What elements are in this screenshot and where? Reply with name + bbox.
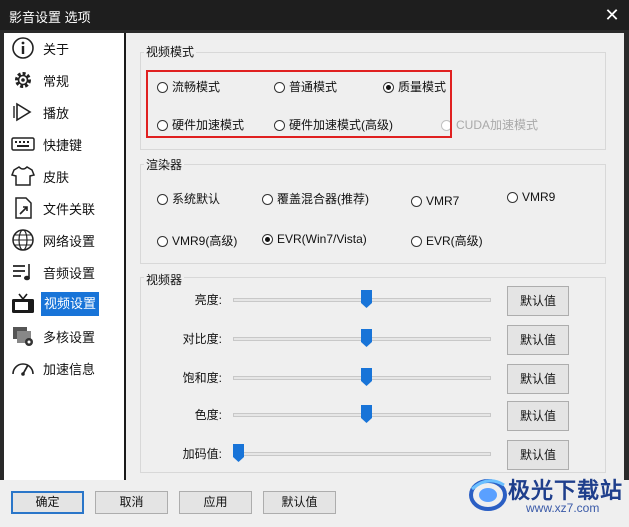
slider-default-button[interactable]: 默认值 xyxy=(507,440,569,470)
gauge-icon xyxy=(12,363,34,376)
watermark-url: www.xz7.com xyxy=(526,501,600,515)
tv-icon xyxy=(12,293,34,313)
radio-dot[interactable] xyxy=(411,236,422,247)
renderer-title: 渲染器 xyxy=(144,156,185,173)
slider-thumb[interactable] xyxy=(233,444,244,462)
radio-label: CUDA加速模式 xyxy=(456,118,539,132)
radio-renderer-system-default[interactable]: 系统默认 xyxy=(157,190,220,207)
radio-renderer-overlay-mixer[interactable]: 覆盖混合器(推荐) xyxy=(262,190,369,207)
sidebar-item-audio[interactable]: 音频设置 xyxy=(4,257,124,287)
sidebar-item-skin[interactable]: 皮肤 xyxy=(4,161,124,191)
shirt-icon xyxy=(10,166,36,186)
highlight-box xyxy=(146,70,452,138)
sidebar-item-accel-info[interactable]: 加速信息 xyxy=(4,353,124,383)
slider-label: 加码值: xyxy=(182,447,222,461)
radio-renderer-evr-advanced[interactable]: EVR(高级) xyxy=(411,232,483,249)
slider-label: 饱和度: xyxy=(182,371,222,385)
play-icon xyxy=(13,102,32,122)
sidebar-item-general[interactable]: 常规 xyxy=(4,65,124,95)
keyboard-icon xyxy=(11,137,35,151)
sidebar-item-multicore[interactable]: 多核设置 xyxy=(4,321,124,351)
radio-dot[interactable] xyxy=(157,194,168,205)
sidebar: 关于 常规 播放 快捷键 皮肤 文件关联 网络设置 音频设置 视频设置 多核设置… xyxy=(4,33,124,480)
sidebar-item-label: 音频设置 xyxy=(43,266,96,281)
radio-dot[interactable] xyxy=(262,194,273,205)
multicore-icon xyxy=(13,327,33,346)
sidebar-item-label: 加速信息 xyxy=(43,362,96,377)
radio-renderer-vmr7[interactable]: VMR7 xyxy=(411,194,459,208)
renderer-group xyxy=(140,164,606,264)
ok-button[interactable]: 确定 xyxy=(11,491,84,514)
radio-label: EVR(Win7/Vista) xyxy=(277,232,367,246)
slider-thumb[interactable] xyxy=(361,368,372,386)
slider-thumb[interactable] xyxy=(361,290,372,308)
slider-default-button[interactable]: 默认值 xyxy=(507,325,569,355)
apply-button[interactable]: 应用 xyxy=(179,491,252,514)
default-button[interactable]: 默认值 xyxy=(263,491,336,514)
radio-label: EVR(高级) xyxy=(426,234,483,248)
radio-label: 系统默认 xyxy=(172,192,221,206)
sidebar-item-file-assoc[interactable]: 文件关联 xyxy=(4,193,124,223)
network-icon xyxy=(12,229,34,251)
radio-label: VMR9(高级) xyxy=(172,234,238,248)
sidebar-item-label: 网络设置 xyxy=(43,234,96,249)
radio-label: VMR9 xyxy=(522,190,556,204)
sidebar-item-label: 关于 xyxy=(43,42,70,57)
slider-label: 亮度: xyxy=(194,293,222,307)
slider-thumb[interactable] xyxy=(361,329,372,347)
slider-track[interactable] xyxy=(233,452,491,456)
title-bar: 影音设置 选项 ✕ xyxy=(0,0,629,30)
radio-label: VMR7 xyxy=(426,194,460,208)
file-link-icon xyxy=(15,197,32,219)
radio-renderer-vmr9-advanced[interactable]: VMR9(高级) xyxy=(157,232,237,249)
video-adjust-title: 视频器 xyxy=(144,271,185,288)
sidebar-item-label: 播放 xyxy=(43,106,70,121)
radio-renderer-vmr9[interactable]: VMR9 xyxy=(507,190,555,204)
sidebar-item-about[interactable]: 关于 xyxy=(4,33,124,63)
radio-dot[interactable] xyxy=(507,192,518,203)
audio-icon xyxy=(13,264,30,281)
window-title: 影音设置 选项 xyxy=(9,10,91,25)
radio-renderer-evr[interactable]: EVR(Win7/Vista) xyxy=(262,232,367,246)
slider-thumb[interactable] xyxy=(361,405,372,423)
watermark: 极光下载站 www.xz7.com xyxy=(466,467,626,519)
sidebar-item-label: 视频设置 xyxy=(41,292,100,316)
slider-default-button[interactable]: 默认值 xyxy=(507,286,569,316)
radio-label: 覆盖混合器(推荐) xyxy=(277,192,369,206)
radio-dot[interactable] xyxy=(411,196,422,207)
radio-dot[interactable] xyxy=(262,234,273,245)
sidebar-item-label: 多核设置 xyxy=(43,330,96,345)
sidebar-item-label: 常规 xyxy=(43,74,70,89)
slider-default-button[interactable]: 默认值 xyxy=(507,401,569,431)
info-icon xyxy=(12,37,34,59)
gear-icon xyxy=(15,72,31,88)
video-mode-title: 视频模式 xyxy=(144,43,197,60)
sidebar-item-label: 文件关联 xyxy=(43,202,96,217)
radio-dot[interactable] xyxy=(157,236,168,247)
sidebar-item-network[interactable]: 网络设置 xyxy=(4,225,124,255)
sidebar-item-label: 快捷键 xyxy=(43,138,83,153)
watermark-logo-icon xyxy=(469,479,507,511)
close-icon[interactable]: ✕ xyxy=(601,4,623,26)
cancel-button[interactable]: 取消 xyxy=(95,491,168,514)
sidebar-item-hotkeys[interactable]: 快捷键 xyxy=(4,129,124,159)
sidebar-item-video[interactable]: 视频设置 xyxy=(4,289,124,319)
radio-cuda-mode: CUDA加速模式 xyxy=(441,116,538,133)
slider-label: 对比度: xyxy=(182,332,222,346)
sidebar-item-label: 皮肤 xyxy=(43,170,70,185)
sidebar-item-playback[interactable]: 播放 xyxy=(4,97,124,127)
slider-default-button[interactable]: 默认值 xyxy=(507,364,569,394)
slider-label: 色度: xyxy=(194,408,222,422)
